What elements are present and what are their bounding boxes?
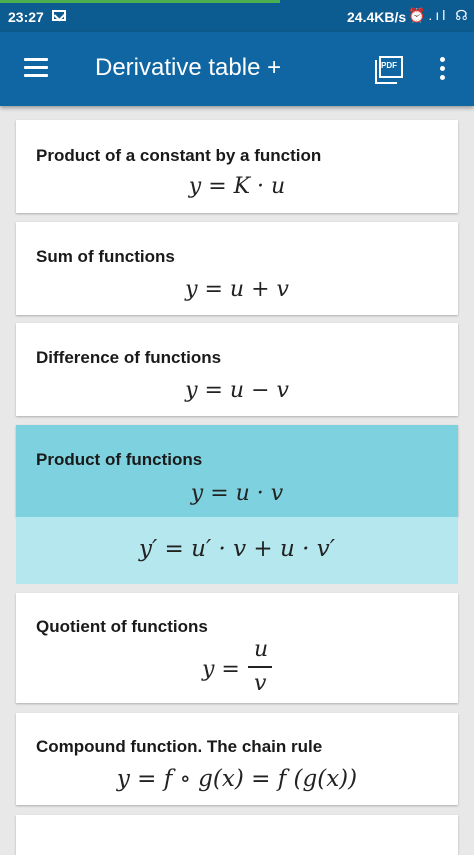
list-item[interactable]: Product of a constant by a function y = … xyxy=(16,120,458,213)
formula-lhs: y = xyxy=(202,657,240,682)
item-title: Product of a constant by a function xyxy=(36,146,322,165)
list-item[interactable]: Quotient of functions y = u v xyxy=(16,593,458,703)
item-formula: y = u · v xyxy=(190,481,284,506)
menu-icon[interactable] xyxy=(24,58,48,78)
formula-numerator: u xyxy=(254,637,269,662)
formula-denominator: v xyxy=(254,671,267,696)
status-icons: ⏰.ıl ☊ xyxy=(408,7,471,23)
download-progress xyxy=(0,0,280,3)
item-formula: y = u − v xyxy=(185,378,289,403)
item-formula: y = f ∘ g(x) = f (g(x)) xyxy=(116,766,358,792)
list-item[interactable]: Sum of functions y = u + v xyxy=(16,222,458,315)
item-title: Quotient of functions xyxy=(36,617,208,636)
item-title: Compound function. The chain rule xyxy=(36,737,323,756)
list-item[interactable] xyxy=(16,815,458,855)
more-options-icon[interactable] xyxy=(440,57,446,83)
pdf-icon-label: PDF xyxy=(381,61,397,70)
status-bar: 23:27 24.4KB/s ⏰.ıl ☊ xyxy=(0,0,474,32)
derivative-panel: y′ = u′ · v + u · v′ xyxy=(16,517,458,584)
status-time: 23:27 xyxy=(8,9,44,25)
page-title: Derivative table + xyxy=(95,54,282,81)
item-formula: y = K · u xyxy=(188,174,286,199)
mail-icon xyxy=(52,10,66,21)
item-title: Product of functions xyxy=(36,450,203,469)
pdf-icon[interactable]: PDF xyxy=(375,56,403,84)
item-formula: y = u + v xyxy=(185,277,289,302)
list-item-selected[interactable]: Product of functions y = u · v xyxy=(16,425,458,517)
fraction-bar xyxy=(248,666,272,668)
list-item[interactable]: Compound function. The chain rule y = f … xyxy=(16,713,458,805)
item-title: Sum of functions xyxy=(36,247,175,266)
item-title: Difference of functions xyxy=(36,348,222,367)
app-toolbar: Derivative table + PDF xyxy=(0,32,474,106)
derivative-formula: y′ = u′ · v + u · v′ xyxy=(139,536,335,562)
network-speed: 24.4KB/s xyxy=(347,9,407,25)
list-item[interactable]: Difference of functions y = u − v xyxy=(16,323,458,416)
